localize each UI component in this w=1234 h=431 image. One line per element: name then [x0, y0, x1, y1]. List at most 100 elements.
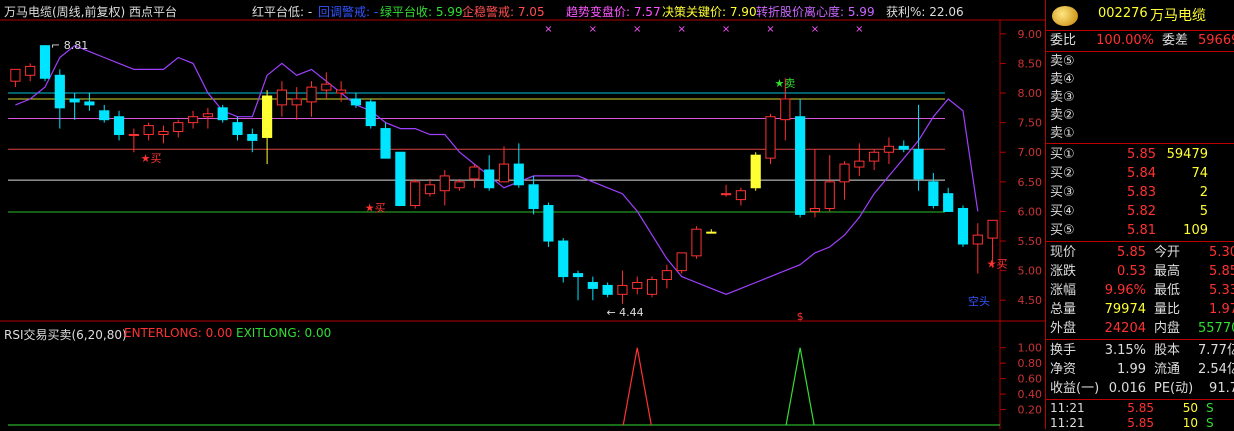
stat-value: 0.53 [1117, 264, 1146, 279]
logo-icon [1052, 6, 1078, 26]
candle-body [54, 74, 65, 109]
stat-label: 涨幅 [1050, 283, 1077, 298]
y-tick-label: 6.00 [1018, 205, 1043, 218]
candle-body [617, 284, 628, 295]
indicator-green-platform: 绿平台收: 5.99 [380, 5, 463, 19]
y-tick-label: 5.00 [1018, 265, 1043, 278]
bid-price: 5.85 [1127, 147, 1156, 162]
bid-price: 5.84 [1127, 166, 1156, 181]
candle-body [883, 145, 895, 153]
indicator-trend-price: 趋势变盘价: 7.57 [566, 5, 661, 19]
stat-label-2: 最高 [1154, 264, 1181, 279]
candle-body [943, 193, 954, 212]
rsi-y-tick-label: 0.60 [1018, 373, 1043, 386]
weibi-label: 委比 [1050, 33, 1077, 48]
y-tick-label: 4.50 [1018, 294, 1043, 307]
stat-value: 9.96% [1104, 283, 1146, 298]
ask-label: 卖② [1050, 108, 1075, 123]
tick-time: 11:21 [1050, 401, 1085, 415]
stat-label: 外盘 [1050, 321, 1077, 336]
y-tick-label: 5.50 [1018, 235, 1043, 248]
candle-body [750, 154, 761, 189]
stat2-value: 3.15% [1104, 343, 1146, 358]
candle-body [928, 181, 939, 207]
candle-body [839, 163, 850, 183]
kline-chart[interactable]: 9.00 8.50 8.00 7.50 7.00 6.50 6.00 5.50 5.00 4.50… [0, 0, 1045, 429]
candle-body [232, 122, 243, 135]
stat-value-2: 55770 [1198, 321, 1234, 336]
ask-row: 卖④ [1050, 70, 1075, 90]
dollar-marker: $ [797, 310, 804, 323]
bid-row: 买④ 5.82 5 [1050, 202, 1208, 222]
rsi-enterlong: ENTERLONG: 0.00 [124, 326, 233, 340]
candle-body [513, 163, 524, 186]
indicator-stable-warning: 企稳警戒: 7.05 [462, 5, 545, 19]
candle-body [39, 45, 51, 79]
bid-volume: 109 [1183, 223, 1208, 238]
y-tick-label: 6.50 [1018, 176, 1043, 189]
candle-body [25, 65, 36, 76]
weicha-value: 59669 [1198, 33, 1234, 48]
stat-value-2: 1.97 [1209, 302, 1234, 317]
candle-body [173, 122, 184, 133]
quote-panel: 002276 万马电缆 委比 100.00% 委差 59669 卖⑤ 卖④ 卖③ 卖②… [1045, 0, 1234, 430]
candle-body [898, 145, 909, 150]
candle-body [10, 68, 21, 82]
stock-name: 万马电缆 [1150, 8, 1206, 24]
stat-label: 总量 [1050, 302, 1077, 317]
marker-x: × [544, 24, 552, 35]
candle-body [380, 128, 391, 159]
candle-body [824, 181, 835, 209]
bid-label: 买① [1050, 147, 1075, 162]
candle-body [187, 116, 199, 124]
candle-body [543, 205, 554, 242]
candle-body [321, 83, 332, 91]
stat-row: 涨幅 9.96% 最低 5.33 [1050, 281, 1234, 301]
candle-body [691, 228, 702, 257]
candle-body [291, 98, 302, 106]
candle-body [780, 98, 791, 121]
bid-price: 5.82 [1127, 204, 1156, 219]
candle-body [646, 279, 658, 295]
bid-row: 买⑤ 5.81 109 [1050, 221, 1208, 241]
ask-row: 卖③ [1050, 88, 1075, 108]
tick-volume: 50 [1182, 401, 1198, 415]
candle-body [661, 270, 672, 281]
candle-body [247, 133, 258, 141]
ask-label: 卖① [1050, 126, 1075, 141]
rsi-signal [622, 347, 652, 426]
candle-body [632, 281, 643, 289]
stat-row: 外盘 24204 内盘 55770 [1050, 319, 1234, 339]
candle-body [202, 113, 213, 118]
candle-body [69, 98, 80, 103]
stat2-label-2: 股本 [1154, 343, 1181, 358]
stock-header: 002276 万马电缆 [1046, 0, 1234, 30]
candle-body [602, 284, 613, 295]
marker-x: × [589, 24, 597, 35]
candle-body [676, 252, 687, 272]
rsi-exitlong: EXITLONG: 0.00 [236, 326, 332, 340]
weibi-value: 100.00% [1096, 33, 1154, 48]
bid-price: 5.83 [1127, 185, 1156, 200]
stat2-label-2: 流通 [1154, 362, 1181, 377]
bid-volume: 5 [1199, 204, 1208, 219]
marker-x: × [722, 24, 730, 35]
stat-value: 5.85 [1117, 245, 1146, 260]
ask-row: 卖② [1050, 106, 1075, 126]
candle-body [720, 193, 732, 196]
stat-row: 总量 79974 量比 1.97 [1050, 300, 1234, 320]
bid-label: 买④ [1050, 204, 1075, 219]
ask-row: 卖⑤ [1050, 52, 1075, 72]
stat-label-2: 内盘 [1154, 321, 1181, 336]
candle-body [410, 181, 421, 207]
platform-label: 西点平台 [129, 5, 178, 19]
marker-x: × [633, 24, 641, 35]
bid-row: 买② 5.84 74 [1050, 164, 1208, 184]
high-label: ⌐ 8.81 [51, 39, 88, 52]
bid-volume: 2 [1199, 185, 1208, 200]
bid-volume: 59479 [1166, 147, 1208, 162]
candle-body [869, 151, 880, 162]
y-tick-label: 8.50 [1018, 57, 1043, 70]
marker-x: × [811, 24, 819, 35]
candle-body [395, 151, 406, 207]
